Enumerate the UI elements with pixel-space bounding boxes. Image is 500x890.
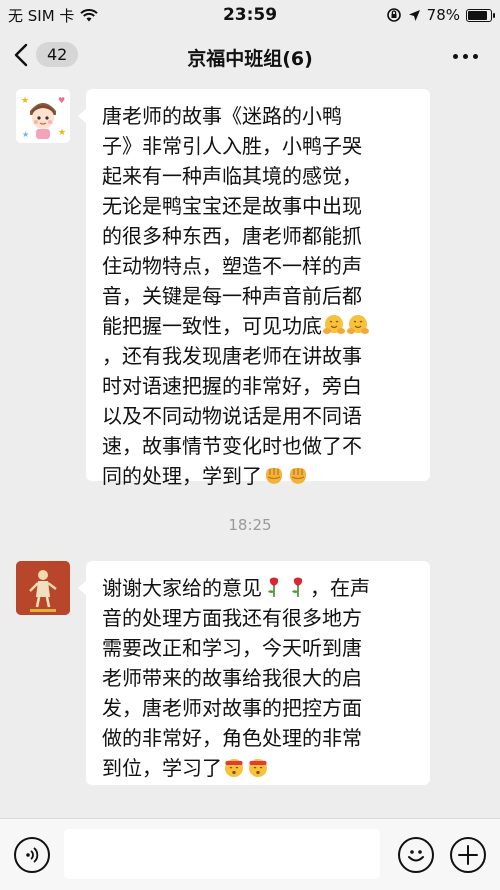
headband-emoji-icon xyxy=(249,759,267,777)
message-text: 到位，学习了 xyxy=(102,756,222,780)
message-line: 以及不同动物说话是用不同语 xyxy=(102,404,362,428)
message-line: 无论是鸭宝宝还是故事中出现 xyxy=(102,194,362,218)
message-line: 速，故事情节变化时也做了不 xyxy=(102,434,362,458)
svg-text:♥: ♥ xyxy=(58,96,65,105)
message-line: 子》非常引人入胜，小鸭子哭 xyxy=(102,134,362,158)
battery-icon xyxy=(466,8,495,22)
svg-text:★: ★ xyxy=(21,96,29,106)
dot-icon xyxy=(473,54,478,59)
orientation-lock-icon xyxy=(386,8,401,22)
smiley-icon xyxy=(408,850,424,862)
message-line: ，还有我发现唐老师在讲故事 xyxy=(102,344,362,368)
location-arrow-icon xyxy=(408,9,420,21)
sender-avatar[interactable]: ★ ♥ ★ ★ xyxy=(16,89,70,143)
message-text: ，在声 xyxy=(310,576,370,600)
hug-emoji-icon xyxy=(347,315,369,334)
more-functions-button[interactable] xyxy=(450,837,486,873)
nav-bar: 42 京福中班组(6) xyxy=(0,30,500,82)
hug-emoji-icon xyxy=(323,315,345,334)
svg-text:★: ★ xyxy=(22,130,29,139)
message-bubble[interactable]: 唐老师的故事《迷路的小鸭 子》非常引人入胜，小鸭子哭 起来有一种声临其境的感觉，… xyxy=(78,89,430,488)
plus-icon xyxy=(458,845,478,865)
message-line: 音的处理方面我还有很多地方 xyxy=(102,606,362,630)
chat-timestamp: 18:25 xyxy=(228,516,272,534)
clapping-hands-emoji-icon xyxy=(290,468,306,484)
message-text: 谢谢大家给的意见 xyxy=(102,576,262,600)
message-line: 需要改正和学习，今天听到唐 xyxy=(102,636,362,660)
message-line: 起来有一种声临其境的感觉， xyxy=(102,164,362,188)
message-text: 同的处理，学到了 xyxy=(102,464,262,488)
message-line: 到位，学习了 xyxy=(102,753,414,783)
chat-title: 京福中班组(6) xyxy=(187,48,313,70)
cartoon-child-avatar-icon: ★ ♥ ★ ★ xyxy=(16,89,70,143)
clapping-hands-emoji-icon xyxy=(266,468,282,484)
emoji-button[interactable] xyxy=(398,837,434,873)
battery-percent: 78% xyxy=(426,6,460,24)
message-line: 做的非常好，角色处理的非常 xyxy=(102,726,362,750)
message-bubble[interactable]: 谢谢大家给的意见 ，在声 音的处理方面我还有很多地方 需要改正和学习，今天听到唐 … xyxy=(78,561,430,785)
svg-text:★: ★ xyxy=(58,128,66,138)
message-line: 的很多种东西，唐老师都能抓 xyxy=(102,224,362,248)
headband-emoji-icon xyxy=(225,759,243,777)
rose-emoji-icon xyxy=(268,577,279,597)
message-line: 音，关键是每一种声音前后都 xyxy=(102,284,362,308)
battery-level-fill xyxy=(468,10,487,20)
message-text: 能把握一致性，可见功底 xyxy=(102,314,322,338)
message-line: 唐老师的故事《迷路的小鸭 xyxy=(102,104,342,128)
more-options-button[interactable] xyxy=(453,54,478,59)
voice-icon xyxy=(26,847,39,863)
message-input[interactable] xyxy=(64,829,380,879)
chat-input-bar xyxy=(0,818,500,890)
sender-avatar[interactable] xyxy=(16,561,70,615)
red-illustration-avatar-icon xyxy=(16,561,70,615)
status-bar: 无 SIM 卡 23:59 78% xyxy=(0,0,500,30)
message-line: 老师带来的故事给我很大的启 xyxy=(102,666,362,690)
message-line: 能把握一致性，可见功底 xyxy=(102,311,414,341)
message-line: 发，唐老师对故事的把控方面 xyxy=(102,696,362,720)
message-line: 住动物特点，塑造不一样的声 xyxy=(102,254,362,278)
rose-emoji-icon xyxy=(292,577,303,597)
message-line: 谢谢大家给的意见 ，在声 xyxy=(102,573,414,603)
dot-icon xyxy=(453,54,458,59)
dot-icon xyxy=(463,54,468,59)
message-line: 时对语速把握的非常好，旁白 xyxy=(102,374,362,398)
voice-input-button[interactable] xyxy=(14,837,50,873)
message-line: 同的处理，学到了 xyxy=(102,461,414,491)
